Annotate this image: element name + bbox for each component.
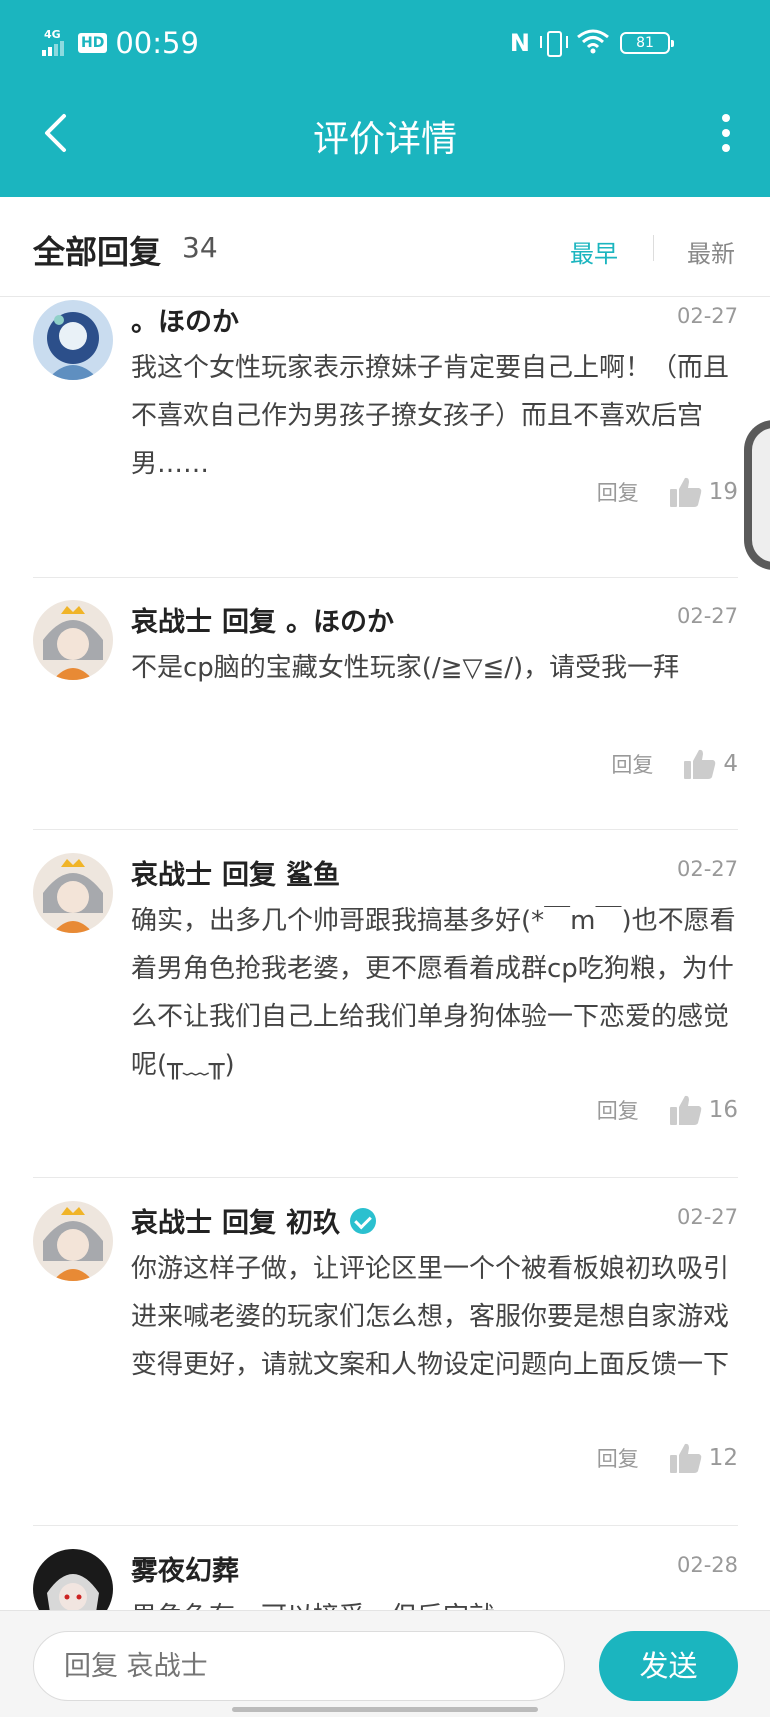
comment-date: 02-28 — [676, 1553, 738, 1577]
comment-author: 哀战士 回复 。ほのか — [131, 607, 394, 638]
comment-author: 哀战士 回复 初玖 — [131, 1201, 376, 1240]
reply-button[interactable]: 回复 — [597, 1443, 639, 1473]
reply-bar: 发送 — [0, 1610, 770, 1717]
reply-count: 34 — [182, 231, 218, 264]
comment-text: 你游这样子做，让评论区里一个个被看板娘初玖吸引进来喊老婆的玩家们怎么想，客服你要… — [131, 1254, 730, 1380]
reply-input[interactable] — [33, 1631, 565, 1701]
status-bar: 4G HD 00:59 N 81 — [0, 0, 770, 90]
nfc-icon: N — [509, 29, 530, 57]
wifi-icon — [576, 28, 610, 58]
comment-item: 。ほのか 02-27 我这个女性玩家表示撩妹子肯定要自己上啊！（而且不喜欢自己作… — [33, 300, 738, 550]
verified-badge-icon — [350, 1207, 376, 1234]
comment-author: 。ほのか — [131, 307, 239, 338]
sort-latest-tab[interactable]: 最新 — [687, 234, 735, 269]
page-title: 评价详情 — [312, 119, 457, 160]
side-edge-handle[interactable] — [744, 420, 770, 570]
comment-date: 02-27 — [676, 604, 738, 628]
avatar[interactable] — [33, 300, 113, 380]
comment-actions: 回复 12 — [597, 1442, 738, 1474]
status-time: 00:59 — [115, 26, 199, 60]
comment-date: 02-27 — [676, 1205, 738, 1229]
comment-author: 雾夜幻葬 — [131, 1556, 239, 1587]
comment-actions: 回复 16 — [597, 1094, 738, 1126]
reply-button[interactable]: 回复 — [597, 477, 639, 507]
comment-item: 哀战士 回复 初玖 02-27 你游这样子做，让评论区里一个个被看板娘初玖吸引进… — [33, 1201, 738, 1501]
comment-item: 哀战士 回复 鲨鱼 02-27 确实，出多几个帅哥跟我搞基多好(*￣m￣)也不愿… — [33, 853, 738, 1153]
divider — [33, 577, 738, 578]
comment-date: 02-27 — [676, 857, 738, 881]
nav-bar: 评价详情 — [0, 90, 770, 197]
comment-text: 我这个女性玩家表示撩妹子肯定要自己上啊！（而且不喜欢自己作为男孩子撩女孩子）而且… — [131, 353, 730, 479]
avatar[interactable] — [33, 1549, 113, 1610]
comment-item: 雾夜幻葬 02-28 男角色有，可以接受，但后宫就 — [33, 1549, 738, 1610]
more-options-button[interactable] — [706, 108, 746, 158]
vibrate-icon — [540, 29, 568, 57]
divider — [33, 1177, 738, 1178]
comment-text: 不是cp脑的宝藏女性玩家(/≧▽≦/)，请受我一拜 — [131, 653, 680, 683]
hd-icon: HD — [78, 33, 108, 53]
like-button[interactable]: 4 — [683, 748, 738, 780]
avatar[interactable] — [33, 600, 113, 680]
comment-actions: 回复 19 — [597, 476, 738, 508]
comment-list: 。ほのか 02-27 我这个女性玩家表示撩妹子肯定要自己上啊！（而且不喜欢自己作… — [0, 298, 770, 1610]
signal-icon: 4G — [42, 28, 70, 58]
comment-text: 确实，出多几个帅哥跟我搞基多好(*￣m￣)也不愿看着男角色抢我老婆，更不愿看着成… — [131, 906, 736, 1080]
all-replies-label: 全部回复 — [33, 233, 162, 271]
send-button[interactable]: 发送 — [599, 1631, 738, 1701]
thumbs-up-icon — [669, 477, 701, 507]
thumbs-up-icon — [669, 1095, 701, 1125]
comment-date: 02-27 — [676, 304, 738, 328]
thumbs-up-icon — [669, 1443, 701, 1473]
reply-button[interactable]: 回复 — [611, 749, 653, 779]
comment-item: 哀战士 回复 。ほのか 02-27 不是cp脑的宝藏女性玩家(/≧▽≦/)，请受… — [33, 600, 738, 800]
sort-bar: 全部回复 34 最早 最新 — [0, 197, 770, 297]
comment-actions: 回复 4 — [611, 748, 738, 780]
app-header: 4G HD 00:59 N 81 评价详情 — [0, 0, 770, 197]
like-button[interactable]: 12 — [669, 1442, 738, 1474]
sort-earliest-tab[interactable]: 最早 — [570, 234, 618, 269]
reply-button[interactable]: 回复 — [597, 1095, 639, 1125]
comment-text: 男角色有，可以接受，但后宫就 — [131, 1593, 736, 1610]
sort-divider — [653, 235, 654, 261]
battery-icon: 81 — [620, 32, 674, 54]
avatar[interactable] — [33, 1201, 113, 1281]
thumbs-up-icon — [684, 749, 716, 779]
comment-author: 哀战士 回复 鲨鱼 — [131, 860, 340, 891]
divider — [33, 829, 738, 830]
divider — [33, 1525, 738, 1526]
like-button[interactable]: 19 — [669, 476, 738, 508]
home-indicator[interactable] — [232, 1707, 538, 1712]
avatar[interactable] — [33, 853, 113, 933]
like-button[interactable]: 16 — [669, 1094, 738, 1126]
